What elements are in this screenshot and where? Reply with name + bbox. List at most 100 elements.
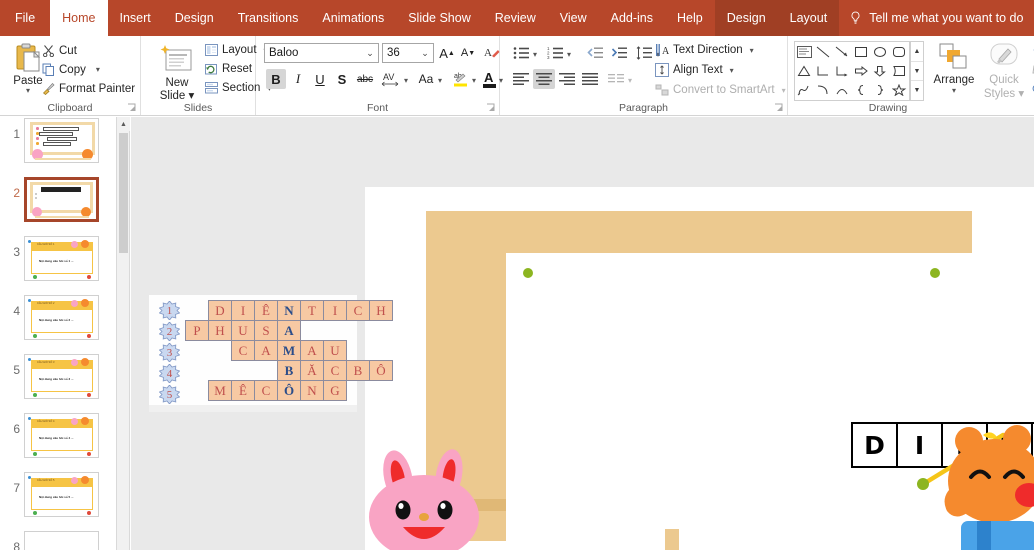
tab-insert[interactable]: Insert bbox=[108, 0, 163, 36]
slide-thumb-image-4[interactable]: CÂU HỎI SỐ 2 Nội dung câu hỏi số 2 ... bbox=[24, 295, 99, 340]
paste-caret-icon[interactable]: ▾ bbox=[26, 86, 30, 95]
arrange-caret-icon[interactable]: ▾ bbox=[952, 86, 956, 95]
clipboard-dialog-launcher[interactable] bbox=[127, 103, 137, 113]
arrange-button[interactable]: Arrange ▾ bbox=[930, 41, 978, 107]
slide-editing-workspace[interactable]: D I E N T I C H bbox=[131, 117, 1034, 550]
bullets-button[interactable] bbox=[510, 43, 532, 63]
shapes-gallery[interactable] bbox=[794, 41, 910, 101]
shape-freeform[interactable] bbox=[795, 81, 814, 100]
cut-button[interactable]: Cut bbox=[42, 44, 77, 57]
increase-indent-button[interactable] bbox=[608, 43, 630, 63]
change-case-caret-icon[interactable]: ▾ bbox=[438, 76, 442, 85]
shape-rectangle[interactable] bbox=[852, 42, 871, 61]
shape-curve[interactable] bbox=[814, 81, 833, 100]
font-size-chevron-down-icon[interactable]: ⌄ bbox=[417, 48, 433, 59]
slide-thumb-2[interactable]: 2 bbox=[0, 176, 116, 235]
decrease-indent-button[interactable] bbox=[584, 43, 606, 63]
character-spacing-button[interactable]: AV bbox=[378, 69, 404, 89]
convert-to-smartart-button[interactable]: Convert to SmartArt ▾ bbox=[655, 83, 786, 97]
font-name-chevron-down-icon[interactable]: ⌄ bbox=[362, 48, 378, 59]
text-shadow-button[interactable]: S bbox=[332, 69, 352, 89]
shapes-scroll-up-icon[interactable]: ▲ bbox=[911, 42, 923, 62]
copy-caret-icon[interactable]: ▾ bbox=[96, 65, 100, 74]
tab-design[interactable]: Design bbox=[163, 0, 226, 36]
numbering-caret-icon[interactable]: ▾ bbox=[567, 50, 571, 59]
shape-elbow-connector[interactable] bbox=[814, 61, 833, 80]
slide-thumb-1[interactable]: 1 bbox=[0, 117, 116, 176]
increase-font-size-button[interactable]: A ▲ bbox=[437, 43, 457, 63]
bold-button[interactable]: B bbox=[266, 69, 286, 89]
strikethrough-button[interactable]: abc bbox=[354, 69, 376, 89]
slide-thumb-3[interactable]: 3 CÂU HỎI SỐ 1 Nội dung câu hỏi số 1 ... bbox=[0, 235, 116, 294]
clear-all-formatting-button[interactable]: A bbox=[482, 43, 502, 63]
shapes-gallery-scrollbar[interactable]: ▲ ▼ ▼ bbox=[910, 41, 924, 101]
scroll-up-icon[interactable]: ▲ bbox=[117, 117, 130, 131]
crossword-reference-image[interactable]: 1 2 3 4 5 D I Ê N T I C H P H U S A C A … bbox=[149, 295, 393, 412]
align-text-caret-icon[interactable]: ▾ bbox=[730, 66, 734, 75]
justify-button[interactable] bbox=[579, 69, 601, 89]
shape-textbox[interactable] bbox=[795, 42, 814, 61]
columns-button[interactable] bbox=[605, 69, 627, 89]
align-text-button[interactable]: Align Text ▾ bbox=[655, 63, 734, 77]
current-slide-canvas[interactable]: D I E N T I C H bbox=[365, 187, 1034, 550]
shape-triangle[interactable] bbox=[795, 61, 814, 80]
tab-add-ins[interactable]: Add-ins bbox=[599, 0, 665, 36]
slide-thumbnail-pane[interactable]: 1 2 3 CÂU HỎI SỐ 1 Nội dung câu hỏi số 1… bbox=[0, 117, 117, 550]
slide-thumb-7[interactable]: 7 CÂU HỎI SỐ 5 Nội dung câu hỏi số 5 ... bbox=[0, 471, 116, 530]
shape-oval[interactable] bbox=[871, 42, 890, 61]
tell-me-box[interactable]: Tell me what you want to do bbox=[839, 0, 1033, 36]
text-direction-caret-icon[interactable]: ▾ bbox=[750, 46, 754, 55]
tab-file[interactable]: File bbox=[0, 0, 51, 36]
shape-flowchart[interactable] bbox=[890, 61, 909, 80]
shape-left-brace[interactable] bbox=[852, 81, 871, 100]
tab-review[interactable]: Review bbox=[483, 0, 548, 36]
shape-right-brace[interactable] bbox=[871, 81, 890, 100]
paragraph-dialog-launcher[interactable] bbox=[774, 103, 784, 113]
tab-transitions[interactable]: Transitions bbox=[226, 0, 311, 36]
character-spacing-caret-icon[interactable]: ▾ bbox=[404, 76, 408, 85]
scrollbar-thumb[interactable] bbox=[119, 133, 128, 253]
bullets-caret-icon[interactable]: ▾ bbox=[533, 50, 537, 59]
numbering-button[interactable]: 1 2 3 bbox=[544, 43, 566, 63]
align-left-button[interactable] bbox=[510, 69, 532, 89]
tab-slide-show[interactable]: Slide Show bbox=[396, 0, 483, 36]
italic-button[interactable]: I bbox=[288, 69, 308, 89]
decrease-font-size-button[interactable]: A ▼ bbox=[458, 43, 478, 63]
slide-pane-scrollbar[interactable]: ▲ bbox=[117, 117, 130, 550]
font-name-combobox[interactable]: Baloo ⌄ bbox=[264, 43, 379, 63]
slide-thumb-6[interactable]: 6 CÂU HỎI SỐ 4 Nội dung câu hỏi số 4 ... bbox=[0, 412, 116, 471]
shape-arc[interactable] bbox=[833, 81, 852, 100]
format-painter-button[interactable]: Format Painter bbox=[42, 82, 135, 95]
shape-star[interactable] bbox=[890, 81, 909, 100]
shape-down-arrow[interactable] bbox=[871, 61, 890, 80]
tab-view[interactable]: View bbox=[548, 0, 599, 36]
slide-thumb-image-7[interactable]: CÂU HỎI SỐ 5 Nội dung câu hỏi số 5 ... bbox=[24, 472, 99, 517]
shape-rounded-rectangle[interactable] bbox=[890, 42, 909, 61]
font-color-button[interactable]: A bbox=[480, 69, 500, 89]
shape-line[interactable] bbox=[814, 42, 833, 61]
shape-arrow[interactable] bbox=[833, 42, 852, 61]
reset-button[interactable]: Reset bbox=[205, 63, 252, 75]
shape-right-arrow[interactable] bbox=[852, 61, 871, 80]
slide-thumb-image-3[interactable]: CÂU HỎI SỐ 1 Nội dung câu hỏi số 1 ... bbox=[24, 236, 99, 281]
slide-thumb-image-6[interactable]: CÂU HỎI SỐ 4 Nội dung câu hỏi số 4 ... bbox=[24, 413, 99, 458]
slide-thumb-image-8[interactable] bbox=[24, 531, 99, 550]
shape-elbow-arrow[interactable] bbox=[833, 61, 852, 80]
tab-contextual-layout[interactable]: Layout bbox=[777, 0, 840, 36]
tab-contextual-design[interactable]: Design bbox=[714, 0, 778, 36]
tab-animations[interactable]: Animations bbox=[310, 0, 396, 36]
slide-thumb-8[interactable]: 8 bbox=[0, 530, 116, 550]
slide-thumb-image-1[interactable] bbox=[24, 118, 99, 163]
text-highlight-color-button[interactable]: ab bbox=[450, 69, 472, 89]
align-right-button[interactable] bbox=[556, 69, 578, 89]
underline-button[interactable]: U bbox=[310, 69, 330, 89]
tab-home[interactable]: Home bbox=[50, 0, 108, 36]
slide-thumb-image-2[interactable] bbox=[24, 177, 99, 222]
shapes-more-icon[interactable]: ▼ bbox=[911, 81, 923, 100]
align-center-button[interactable] bbox=[533, 69, 555, 89]
quick-styles-button[interactable]: Quick Styles ▾ bbox=[980, 41, 1028, 107]
letter-cell[interactable]: D bbox=[853, 424, 898, 466]
new-slide-button[interactable]: New Slide ▾ bbox=[151, 41, 203, 109]
change-case-button[interactable]: Aa bbox=[414, 69, 438, 89]
line-spacing-button[interactable] bbox=[633, 43, 655, 63]
